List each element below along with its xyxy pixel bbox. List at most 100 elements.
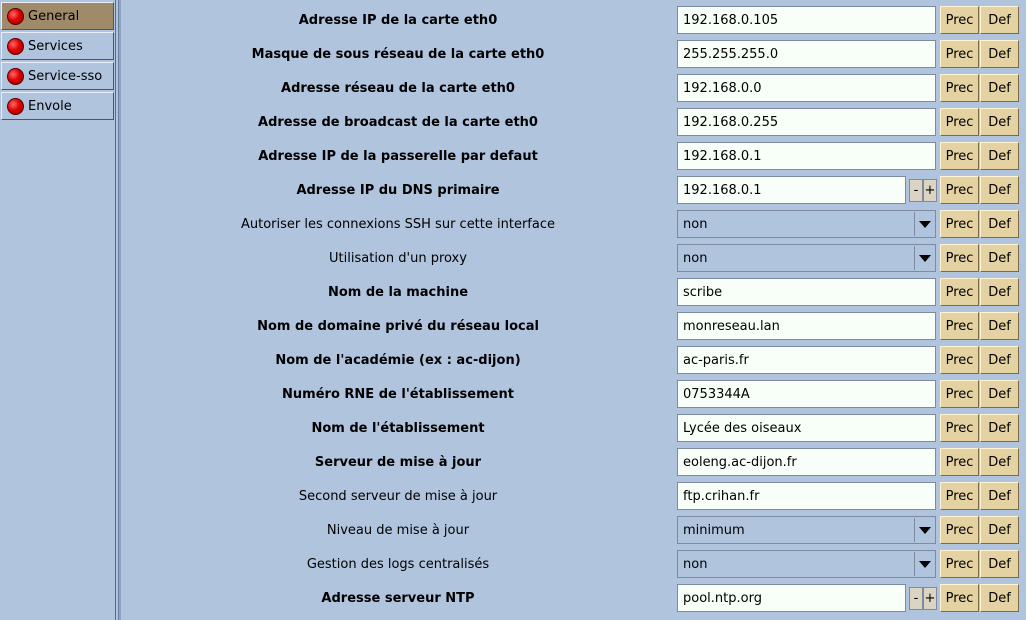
form-row: Nom de la machine scribe Prec Def: [120, 275, 1026, 309]
prec-button[interactable]: Prec: [940, 312, 979, 340]
field-label: Numéro RNE de l'établissement: [282, 386, 514, 402]
form-row: Nom de domaine privé du réseau local monr…: [120, 309, 1026, 343]
sidebar-item-general[interactable]: General: [1, 2, 114, 30]
field-value: non: [683, 556, 708, 572]
field-value: 192.168.0.105: [683, 12, 779, 28]
field-value: 0753344A: [683, 386, 750, 402]
text-field[interactable]: 192.168.0.1: [677, 142, 936, 170]
add-value-button[interactable]: +: [923, 587, 937, 610]
def-button[interactable]: Def: [980, 414, 1019, 442]
prec-button[interactable]: Prec: [940, 550, 979, 578]
prec-button[interactable]: Prec: [940, 482, 979, 510]
add-value-button[interactable]: +: [923, 179, 937, 202]
prec-button[interactable]: Prec: [940, 516, 979, 544]
def-button[interactable]: Def: [980, 210, 1019, 238]
def-button[interactable]: Def: [980, 244, 1019, 272]
remove-value-button[interactable]: -: [909, 587, 923, 610]
prec-button[interactable]: Prec: [940, 210, 979, 238]
select-field[interactable]: non: [677, 550, 936, 578]
text-field[interactable]: monreseau.lan: [677, 312, 936, 340]
def-button[interactable]: Def: [980, 448, 1019, 476]
def-button[interactable]: Def: [980, 312, 1019, 340]
prec-button[interactable]: Prec: [940, 346, 979, 374]
def-button[interactable]: Def: [980, 380, 1019, 408]
form-row: Adresse IP du DNS primaire 192.168.0.1 - + P…: [120, 173, 1026, 207]
def-button[interactable]: Def: [980, 142, 1019, 170]
form-row: Adresse réseau de la carte eth0 192.168.0…: [120, 71, 1026, 105]
text-field[interactable]: scribe: [677, 278, 936, 306]
field-label: Adresse IP de la passerelle par defaut: [258, 148, 538, 164]
text-field[interactable]: 192.168.0.105: [677, 6, 936, 34]
select-field[interactable]: non: [677, 210, 936, 238]
field-label: Nom de l'établissement: [311, 420, 485, 436]
field-label: Adresse réseau de la carte eth0: [281, 80, 515, 96]
dropdown-arrow-icon[interactable]: [914, 212, 934, 236]
prec-button[interactable]: Prec: [940, 380, 979, 408]
prec-button[interactable]: Prec: [940, 176, 979, 204]
text-field[interactable]: ac-paris.fr: [677, 346, 936, 374]
prec-button[interactable]: Prec: [940, 278, 979, 306]
form-row: Numéro RNE de l'établissement 0753344A Pre…: [120, 377, 1026, 411]
field-value: non: [683, 216, 708, 232]
text-field[interactable]: 255.255.255.0: [677, 40, 936, 68]
field-value: 192.168.0.255: [683, 114, 779, 130]
def-button[interactable]: Def: [980, 108, 1019, 136]
sidebar: General Services Service-sso Envole: [0, 0, 116, 620]
field-label: Nom de domaine privé du réseau local: [257, 318, 539, 334]
text-field[interactable]: 192.168.0.1: [677, 176, 906, 204]
def-button[interactable]: Def: [980, 346, 1019, 374]
field-value: 255.255.255.0: [683, 46, 779, 62]
form-row: Masque de sous réseau de la carte eth0 25…: [120, 37, 1026, 71]
def-button[interactable]: Def: [980, 584, 1019, 612]
sidebar-item-service-sso[interactable]: Service-sso: [1, 62, 114, 90]
select-field[interactable]: minimum: [677, 516, 936, 544]
sidebar-item-label: Envole: [28, 98, 72, 114]
def-button[interactable]: Def: [980, 482, 1019, 510]
remove-value-button[interactable]: -: [909, 179, 923, 202]
prec-button[interactable]: Prec: [940, 40, 979, 68]
prec-button[interactable]: Prec: [940, 142, 979, 170]
dropdown-arrow-icon[interactable]: [914, 518, 934, 542]
text-field[interactable]: 0753344A: [677, 380, 936, 408]
form-row: Adresse de broadcast de la carte eth0 192…: [120, 105, 1026, 139]
field-label: Serveur de mise à jour: [314, 454, 482, 470]
prec-button[interactable]: Prec: [940, 6, 979, 34]
text-field[interactable]: 192.168.0.0: [677, 74, 936, 102]
field-label: Nom de l'académie (ex : ac-dijon): [275, 352, 521, 368]
def-button[interactable]: Def: [980, 550, 1019, 578]
prec-button[interactable]: Prec: [940, 414, 979, 442]
prec-button[interactable]: Prec: [940, 74, 979, 102]
def-button[interactable]: Def: [980, 74, 1019, 102]
prec-button[interactable]: Prec: [940, 244, 979, 272]
def-button[interactable]: Def: [980, 176, 1019, 204]
def-button[interactable]: Def: [980, 278, 1019, 306]
dropdown-arrow-icon[interactable]: [914, 246, 934, 270]
field-value: monreseau.lan: [683, 318, 780, 334]
text-field[interactable]: Lycée des oiseaux: [677, 414, 936, 442]
status-red-dot-icon: [7, 67, 24, 85]
prec-button[interactable]: Prec: [940, 448, 979, 476]
field-value: eoleng.ac-dijon.fr: [683, 454, 797, 470]
form-row: Serveur de mise à jour eoleng.ac-dijon.fr…: [120, 445, 1026, 479]
def-button[interactable]: Def: [980, 516, 1019, 544]
text-field[interactable]: eoleng.ac-dijon.fr: [677, 448, 936, 476]
text-field[interactable]: 192.168.0.255: [677, 108, 936, 136]
form-row: Nom de l'établissement Lycée des oiseaux P…: [120, 411, 1026, 445]
prec-button[interactable]: Prec: [940, 108, 979, 136]
sidebar-item-services[interactable]: Services: [1, 32, 114, 60]
def-button[interactable]: Def: [980, 40, 1019, 68]
sidebar-item-envole[interactable]: Envole: [1, 92, 114, 120]
def-button[interactable]: Def: [980, 6, 1019, 34]
field-value: ftp.crihan.fr: [683, 488, 760, 504]
form-row: Utilisation d'un proxy non Prec Def: [120, 241, 1026, 275]
field-label: Gestion des logs centralisés: [306, 556, 490, 572]
sidebar-item-label: General: [28, 8, 80, 24]
field-label: Nom de la machine: [327, 284, 469, 300]
prec-button[interactable]: Prec: [940, 584, 979, 612]
dropdown-arrow-icon[interactable]: [914, 552, 934, 576]
select-field[interactable]: non: [677, 244, 936, 272]
text-field[interactable]: ftp.crihan.fr: [677, 482, 936, 510]
text-field[interactable]: pool.ntp.org: [677, 584, 906, 612]
field-label: Niveau de mise à jour: [326, 522, 470, 538]
form-row: Adresse serveur NTP pool.ntp.org - + Prec Def: [120, 581, 1026, 615]
